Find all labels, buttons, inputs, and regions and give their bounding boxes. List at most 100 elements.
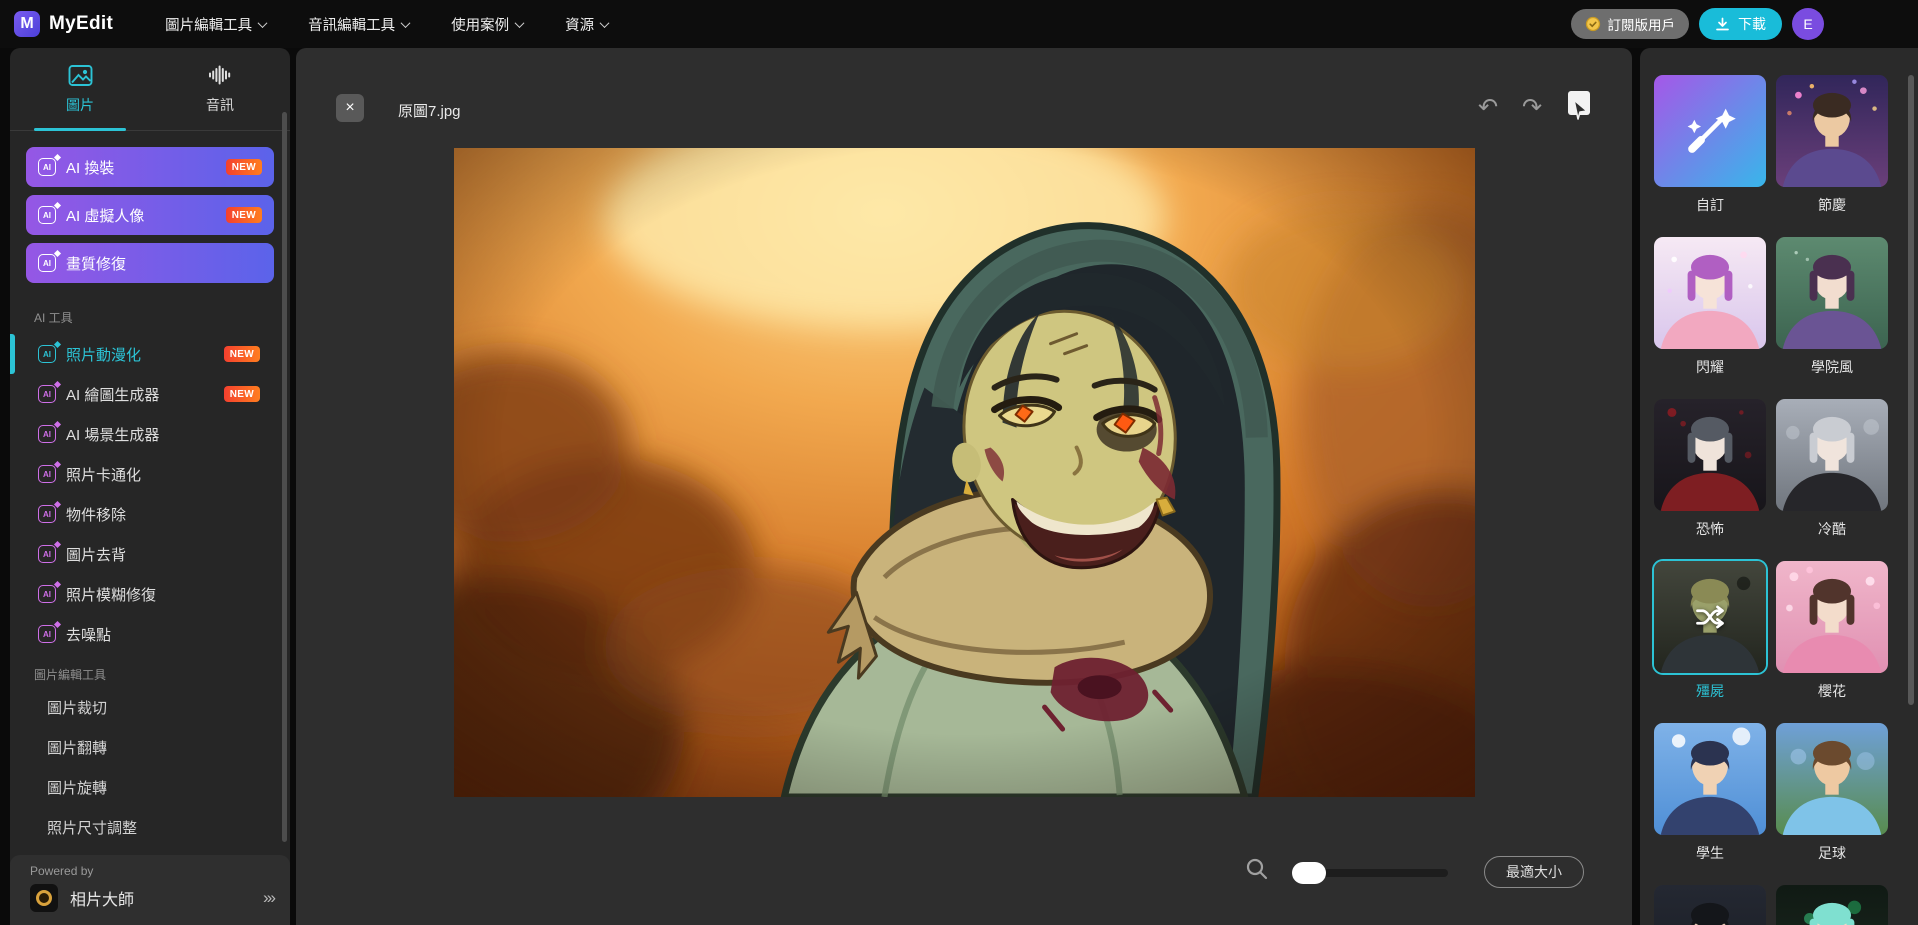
style-tile-sparkle[interactable] [1654, 237, 1766, 349]
sidebar-item-label: 照片卡通化 [66, 464, 141, 485]
tab-label: 音訊 [206, 95, 234, 115]
new-badge: NEW [224, 346, 260, 362]
nav-menu-image-tools[interactable]: 圖片編輯工具 [165, 14, 266, 35]
compare-button[interactable] [1564, 88, 1598, 124]
style-tile-student[interactable] [1654, 723, 1766, 835]
sidebar-footer: Powered by 相片大師 ››› [10, 855, 290, 925]
sidebar-item-label: 圖片翻轉 [47, 737, 107, 758]
styles-scrollbar[interactable] [1908, 75, 1914, 705]
chevron-down-icon [258, 18, 268, 28]
user-avatar[interactable]: E [1792, 8, 1824, 40]
subscriber-badge-button[interactable]: 訂閱版用戶 [1571, 9, 1690, 39]
sidebar-item-crop[interactable]: 圖片裁切 [26, 687, 274, 727]
style-tile-label: 節慶 [1776, 195, 1888, 215]
close-image-button[interactable]: × [336, 94, 364, 122]
style-tile-label: 足球 [1776, 843, 1888, 863]
sidebar-item-ai-image-generator[interactable]: AI AI 繪圖生成器 NEW [26, 374, 274, 414]
nav-menu-audio-tools[interactable]: 音訊編輯工具 [308, 14, 409, 35]
style-tile-label: 自訂 [1654, 195, 1766, 215]
left-sidebar: 圖片音訊 AIAI 換裝NEWAIAI 虛擬人像NEWAI畫質修復AI 工具AI… [10, 48, 290, 925]
active-indicator [10, 334, 15, 374]
ai-sparkle-icon: AI [38, 254, 56, 272]
style-tile-custom[interactable] [1654, 75, 1766, 187]
myedit-app: M MyEdit 圖片編輯工具 音訊編輯工具 使用案例 資源 訂閱版用戶 下載 E 圖… [0, 0, 1918, 925]
zoom-slider-thumb[interactable] [1292, 862, 1326, 884]
chevron-down-icon [600, 18, 610, 28]
style-tile-soccer[interactable] [1776, 723, 1888, 835]
sidebar-item-label: 照片模糊修復 [66, 584, 156, 605]
sidebar-item-object-removal[interactable]: AI物件移除 [26, 494, 274, 534]
nav-menu-use-cases[interactable]: 使用案例 [451, 14, 523, 35]
style-tile-zombie[interactable] [1654, 561, 1766, 673]
sidebar-item-flip[interactable]: 圖片翻轉 [26, 727, 274, 767]
promo-label: AI 虛擬人像 [66, 205, 226, 226]
redo-button[interactable]: ↷ [1518, 94, 1546, 122]
style-tile-sakura[interactable] [1776, 561, 1888, 673]
sidebar-item-resize[interactable]: 照片尺寸調整 [26, 807, 274, 847]
media-tabs: 圖片音訊 [10, 48, 290, 131]
tab-image[interactable]: 圖片 [10, 48, 150, 130]
tab-audio[interactable]: 音訊 [150, 48, 290, 130]
compare-page-icon [1564, 88, 1598, 124]
style-tile-horror[interactable] [1654, 399, 1766, 511]
promo-button-quality-enhance[interactable]: AI 畫質修復 [26, 243, 274, 283]
sidebar-item-photo-deblur[interactable]: AI 照片模糊修復 [26, 574, 274, 614]
style-tile-extra-1[interactable] [1654, 885, 1766, 925]
sidebar-item-label: 去噪點 [66, 624, 111, 645]
style-tile-label: 閃耀 [1654, 357, 1766, 377]
nav-menu-resources[interactable]: 資源 [565, 14, 608, 35]
chevron-down-icon [401, 18, 411, 28]
promo-button-ai-outfit[interactable]: AIAI 換裝NEW [26, 147, 274, 187]
undo-button[interactable]: ↶ [1474, 94, 1502, 122]
top-navbar: M MyEdit 圖片編輯工具 音訊編輯工具 使用案例 資源 訂閱版用戶 下載 E [0, 0, 1918, 48]
sidebar-item-photo-anime[interactable]: AI 照片動漫化 NEW [26, 334, 274, 374]
ai-sparkle-icon: AI [38, 385, 56, 403]
promo-label: AI 換裝 [66, 157, 226, 178]
sidebar-scroll-area: AIAI 換裝NEWAIAI 虛擬人像NEWAI畫質修復AI 工具AI照片動漫化… [10, 132, 290, 855]
editor-canvas: × 原圖7.jpg ↶ ↷ [296, 48, 1632, 925]
sidebar-item-ai-scene-generator[interactable]: AIAI 場景生成器 [26, 414, 274, 454]
download-button[interactable]: 下載 [1699, 8, 1782, 40]
style-tile-label: 學生 [1654, 843, 1766, 863]
myedit-logo[interactable]: M MyEdit [14, 11, 113, 37]
promo-button-ai-avatar[interactable]: AI AI 虛擬人像NEW [26, 195, 274, 235]
photodirector-logo-icon [30, 884, 58, 912]
ai-sparkle-icon: AI [38, 206, 56, 224]
zoom-slider[interactable] [1292, 860, 1482, 886]
download-arrow-icon [1715, 17, 1730, 32]
promo-label: 畫質修復 [66, 253, 262, 274]
ai-sparkle-icon: AI [38, 585, 56, 603]
sidebar-item-rotate[interactable]: 圖片旋轉 [26, 767, 274, 807]
myedit-logo-text: MyEdit [49, 13, 113, 35]
image-filename: 原圖7.jpg [398, 100, 461, 121]
ai-sparkle-icon: AI [38, 345, 56, 363]
photodirector-link[interactable]: 相片大師 ››› [30, 884, 274, 912]
ai-sparkle-icon: AI [38, 545, 56, 563]
sidebar-item-denoise[interactable]: AI去噪點 [26, 614, 274, 654]
style-tile-cold[interactable] [1776, 399, 1888, 511]
sidebar-item-background-removal[interactable]: AI圖片去背 [26, 534, 274, 574]
style-tile-academy[interactable] [1776, 237, 1888, 349]
style-tile-festival[interactable] [1776, 75, 1888, 187]
sidebar-item-label: AI 繪圖生成器 [66, 384, 159, 405]
style-tile-label: 學院風 [1776, 357, 1888, 377]
nav-menu-label: 音訊編輯工具 [308, 14, 395, 35]
triple-chevron-icon[interactable]: ››› [263, 888, 274, 908]
style-tile-label: 櫻花 [1776, 681, 1888, 701]
new-badge: NEW [226, 207, 262, 223]
style-tile-extra-2[interactable] [1776, 885, 1888, 925]
sidebar-item-label: 圖片裁切 [47, 697, 107, 718]
photodirector-name: 相片大師 [70, 886, 134, 910]
style-tile-label: 殭屍 [1654, 681, 1766, 701]
new-badge: NEW [226, 159, 262, 175]
fit-to-size-button[interactable]: 最適大小 [1484, 856, 1584, 888]
ai-sparkle-icon: AI [38, 425, 56, 443]
main-nav: 圖片編輯工具 音訊編輯工具 使用案例 資源 [165, 14, 608, 35]
sidebar-item-photo-cartoonizer[interactable]: AI照片卡通化 [26, 454, 274, 494]
sidebar-scrollbar[interactable] [282, 112, 287, 842]
new-badge: NEW [224, 386, 260, 402]
sidebar-item-label: 照片動漫化 [66, 344, 141, 365]
nav-menu-label: 圖片編輯工具 [165, 14, 252, 35]
section-title: AI 工具 [34, 309, 274, 326]
powered-by-label: Powered by [30, 864, 274, 878]
